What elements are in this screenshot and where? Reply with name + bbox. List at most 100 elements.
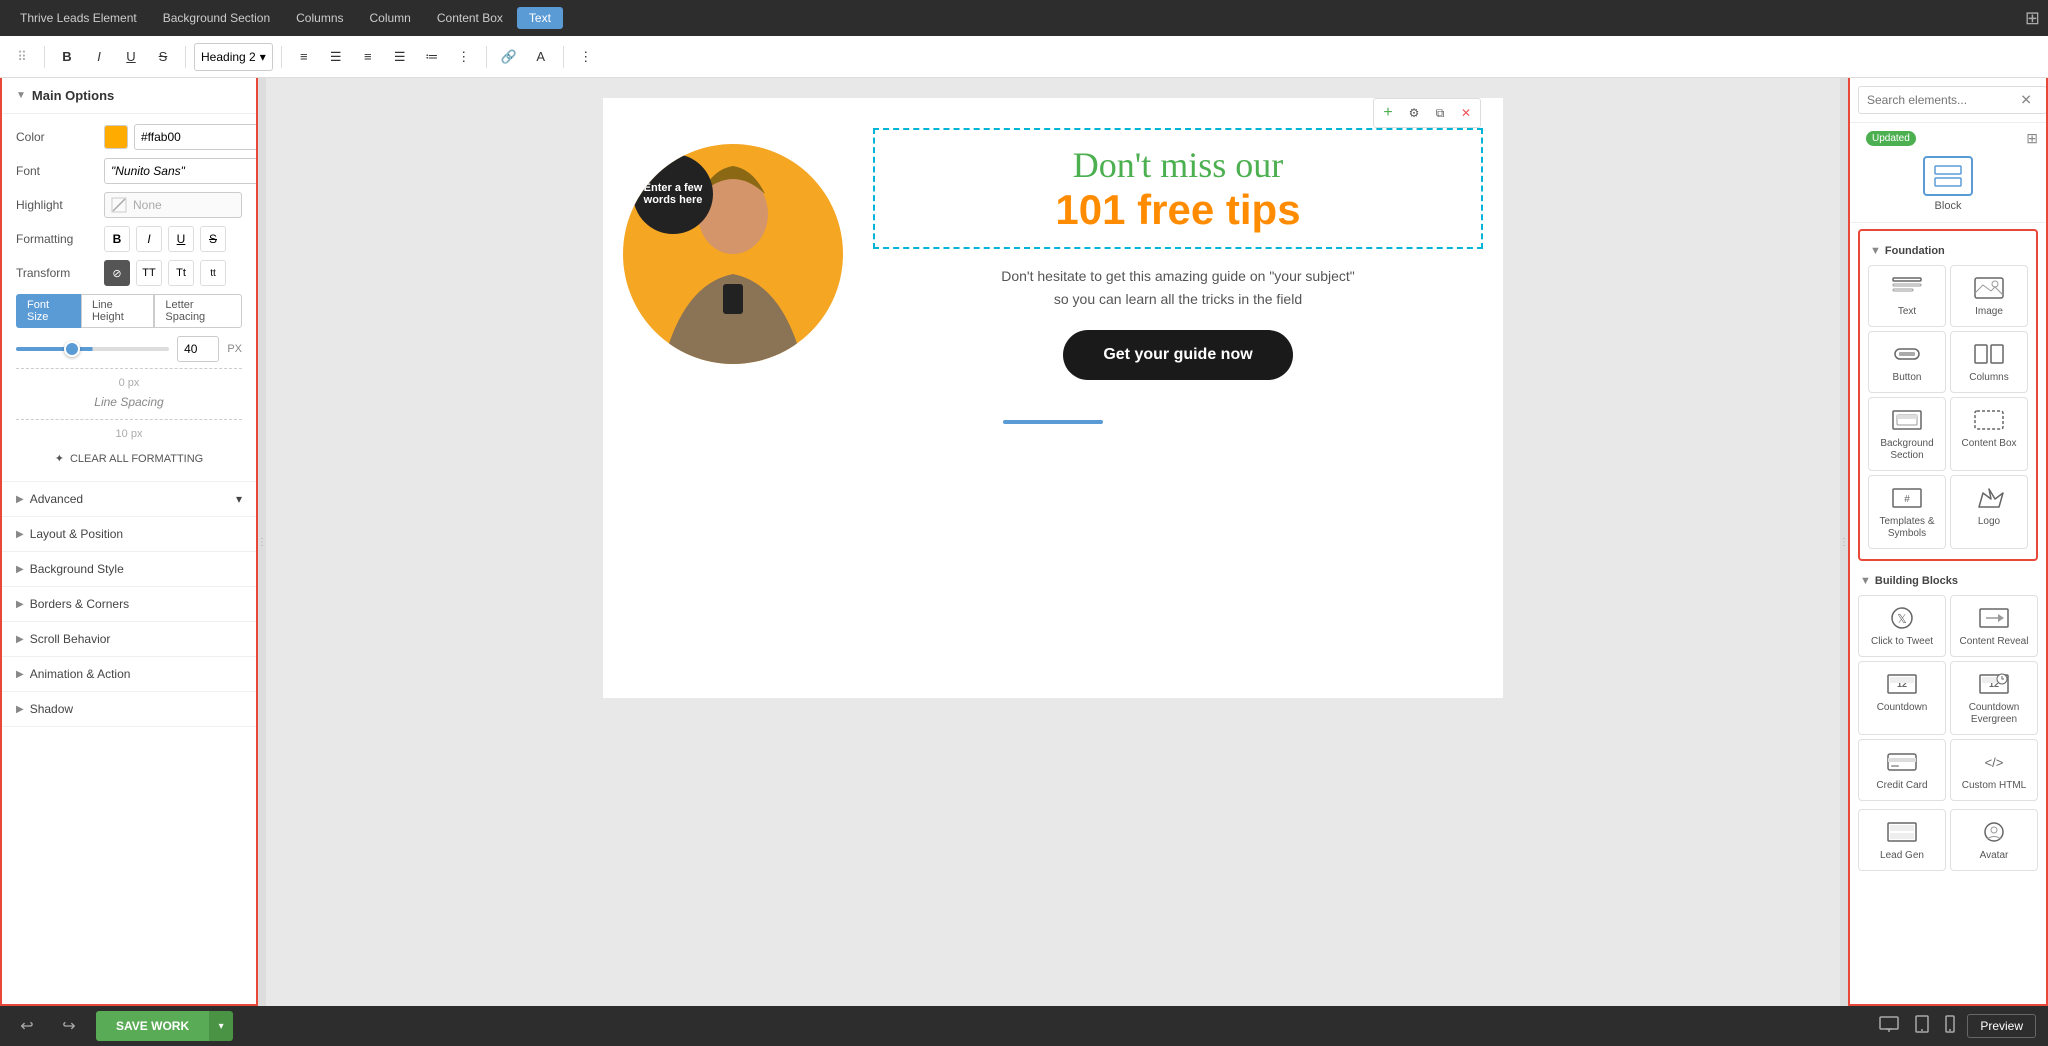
shadow-arrow: ▶	[16, 704, 24, 715]
element-card-countdown-evergreen[interactable]: 12 Countdown Evergreen	[1950, 661, 2038, 735]
transform-uppercase-btn[interactable]: TT	[136, 260, 162, 286]
no-highlight-icon	[111, 197, 127, 213]
element-card-custom-html[interactable]: </> Custom HTML	[1950, 739, 2038, 801]
font-size-input[interactable]	[177, 336, 219, 362]
tablet-view-button[interactable]	[1911, 1011, 1933, 1042]
bold-button[interactable]: B	[53, 43, 81, 71]
nav-text[interactable]: Text	[517, 7, 563, 29]
nav-columns[interactable]: Columns	[284, 7, 355, 29]
panel-collapse-arrow[interactable]: ▼	[16, 90, 26, 101]
background-style-header[interactable]: ▶ Background Style	[2, 552, 256, 586]
expand-icon[interactable]: ⊞	[2026, 130, 2038, 147]
element-card-image[interactable]: Image	[1950, 265, 2028, 327]
underline-button[interactable]: U	[117, 43, 145, 71]
element-card-columns[interactable]: Columns	[1950, 331, 2028, 393]
text-box-selected[interactable]: + ⚙ ⧉ ✕ Don't miss our 101 free tips	[873, 128, 1483, 249]
text-settings-btn[interactable]: ⚙	[1403, 102, 1425, 124]
page-divider	[1003, 420, 1103, 424]
element-card-content-reveal[interactable]: Content Reveal	[1950, 595, 2038, 657]
block-icon[interactable]	[1923, 156, 1973, 196]
element-card-content-box[interactable]: Content Box	[1950, 397, 2028, 471]
font-input[interactable]	[104, 158, 258, 184]
canvas-area[interactable]: Enter a few words here	[266, 78, 1840, 1006]
transform-lowercase-btn[interactable]: tt	[200, 260, 226, 286]
save-work-dropdown-button[interactable]: ▾	[209, 1011, 233, 1041]
layout-arrow: ▶	[16, 529, 24, 540]
strikethrough-button[interactable]: S	[149, 43, 177, 71]
transform-none-btn[interactable]: ⊘	[104, 260, 130, 286]
animation-action-header[interactable]: ▶ Animation & Action	[2, 657, 256, 691]
more-options-button[interactable]: ⋮	[572, 43, 600, 71]
text-add-btn[interactable]: +	[1377, 102, 1399, 124]
extra2-label: Avatar	[1980, 850, 2009, 862]
save-work-button[interactable]: SAVE WORK	[96, 1011, 209, 1041]
letter-spacing-tab[interactable]: Letter Spacing	[154, 294, 242, 328]
nav-expand-icon[interactable]: ⊞	[2025, 8, 2040, 29]
color-swatch[interactable]	[104, 125, 128, 149]
animation-action-section: ▶ Animation & Action	[2, 657, 256, 692]
color-value	[104, 124, 258, 150]
format-strikethrough-btn[interactable]: S	[200, 226, 226, 252]
font-size-tab[interactable]: Font Size	[16, 294, 81, 328]
element-card-extra2[interactable]: Avatar	[1950, 809, 2038, 871]
element-card-extra1[interactable]: Lead Gen	[1858, 809, 1946, 871]
italic-button[interactable]: I	[85, 43, 113, 71]
text-copy-btn[interactable]: ⧉	[1429, 102, 1451, 124]
desktop-view-button[interactable]	[1875, 1012, 1903, 1041]
highlight-box[interactable]: None	[104, 192, 242, 218]
element-card-button[interactable]: Button	[1868, 331, 1946, 393]
shadow-header[interactable]: ▶ Shadow	[2, 692, 256, 726]
redo-button[interactable]: ↪	[54, 1011, 84, 1041]
circle-overlay-text[interactable]: Enter a few words here	[633, 154, 713, 234]
left-resize-handle[interactable]: ⋮	[258, 78, 266, 1006]
undo-button[interactable]: ↩	[12, 1011, 42, 1041]
building-blocks-grid: 𝕏 Click to Tweet	[1850, 591, 2046, 805]
format-bold-btn[interactable]: B	[104, 226, 130, 252]
element-card-background[interactable]: Background Section	[1868, 397, 1946, 471]
color-button[interactable]: A	[527, 43, 555, 71]
element-card-text[interactable]: Text	[1868, 265, 1946, 327]
content-reveal-icon	[1976, 604, 2012, 632]
logo-element-icon	[1971, 484, 2007, 512]
right-resize-handle[interactable]: ⋮	[1840, 78, 1848, 1006]
element-card-templates[interactable]: # Templates & Symbols	[1868, 475, 1946, 549]
line-height-tab[interactable]: Line Height	[81, 294, 154, 328]
nav-column[interactable]: Column	[358, 7, 423, 29]
list-ol-button[interactable]: ⋮	[450, 43, 478, 71]
more-elements-grid: Lead Gen Avatar	[1850, 805, 2046, 875]
align-right-button[interactable]: ≡	[354, 43, 382, 71]
link-button[interactable]: 🔗	[495, 43, 523, 71]
format-italic-btn[interactable]: I	[136, 226, 162, 252]
block-icon-section: Block	[1850, 150, 2046, 223]
align-center-button[interactable]: ☰	[322, 43, 350, 71]
nav-background-section[interactable]: Background Section	[151, 7, 282, 29]
cta-button[interactable]: Get your guide now	[1063, 330, 1292, 380]
element-card-click-tweet[interactable]: 𝕏 Click to Tweet	[1858, 595, 1946, 657]
font-size-slider[interactable]	[16, 347, 169, 351]
main-options-label: Main Options	[32, 88, 114, 103]
element-card-logo[interactable]: Logo	[1950, 475, 2028, 549]
search-clear-icon[interactable]: ✕	[2020, 92, 2032, 109]
align-left-button[interactable]: ≡	[290, 43, 318, 71]
layout-position-header[interactable]: ▶ Layout & Position	[2, 517, 256, 551]
heading-select[interactable]: Heading 2 ▾	[194, 43, 273, 71]
clear-formatting-button[interactable]: ✦ CLEAR ALL FORMATTING	[16, 446, 242, 471]
nav-content-box[interactable]: Content Box	[425, 7, 515, 29]
borders-corners-header[interactable]: ▶ Borders & Corners	[2, 587, 256, 621]
scroll-behavior-header[interactable]: ▶ Scroll Behavior	[2, 622, 256, 656]
text-delete-btn[interactable]: ✕	[1455, 102, 1477, 124]
element-card-credit-card[interactable]: Credit Card	[1858, 739, 1946, 801]
element-card-countdown[interactable]: 12 Countdown	[1858, 661, 1946, 735]
advanced-header[interactable]: ▶ Advanced ▾	[2, 482, 256, 516]
transform-capitalize-btn[interactable]: Tt	[168, 260, 194, 286]
preview-button[interactable]: Preview	[1967, 1014, 2036, 1038]
color-input[interactable]	[134, 124, 258, 150]
nav-thrive-leads[interactable]: Thrive Leads Element	[8, 7, 149, 29]
mobile-view-button[interactable]	[1941, 1011, 1959, 1042]
animation-label: Animation & Action	[30, 667, 131, 681]
font-row: Font ✏	[16, 158, 242, 184]
search-elements-input[interactable]	[1858, 86, 2047, 114]
align-justify-button[interactable]: ☰	[386, 43, 414, 71]
format-underline-btn[interactable]: U	[168, 226, 194, 252]
list-ul-button[interactable]: ≔	[418, 43, 446, 71]
